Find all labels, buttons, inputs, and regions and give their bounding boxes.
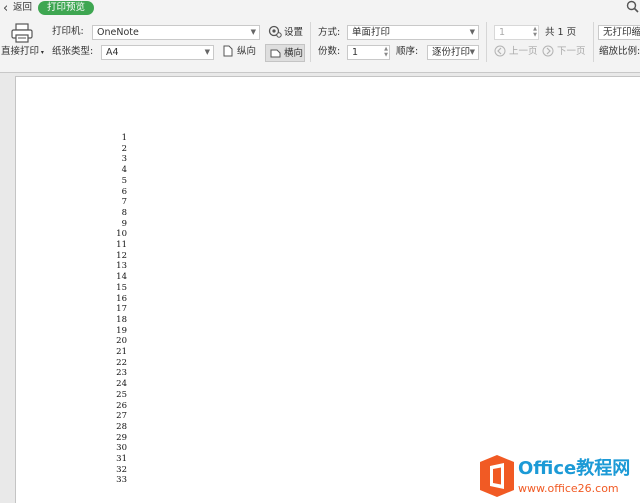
row-number: 8 bbox=[121, 207, 127, 218]
row-number: 7 bbox=[121, 197, 127, 208]
row-number: 16 bbox=[116, 293, 127, 304]
watermark-url: www.office26.com bbox=[518, 482, 619, 495]
chevron-down-icon: ▼ bbox=[469, 28, 475, 36]
order-value: 逐份打印 bbox=[432, 47, 471, 58]
office-logo-icon bbox=[480, 455, 514, 497]
row-number: 3 bbox=[121, 154, 127, 165]
back-arrow-icon[interactable]: ‹ bbox=[3, 1, 8, 16]
print-preview-toolbar: ‹ 返回 打印预览 直接打印 ▾ 打印机: OneNote ▼ 设置 纸张类型:… bbox=[0, 0, 640, 72]
mode-select[interactable]: 单面打印 ▼ bbox=[347, 25, 479, 40]
row-number: 33 bbox=[116, 475, 127, 486]
row-number: 13 bbox=[116, 261, 127, 272]
copies-stepper[interactable]: 1 ▲ ▼ bbox=[347, 45, 390, 60]
row-number: 24 bbox=[116, 379, 127, 390]
toolbar-divider bbox=[486, 22, 487, 62]
scale-select-value: 无打印缩 bbox=[603, 27, 640, 38]
spin-arrows-icon: ▲ ▼ bbox=[384, 46, 388, 58]
row-number: 4 bbox=[121, 165, 127, 176]
chevron-down-icon: ▼ bbox=[250, 28, 256, 36]
row-number: 31 bbox=[116, 454, 127, 464]
order-label: 顺序: bbox=[396, 46, 419, 57]
landscape-icon bbox=[270, 49, 281, 58]
row-number: 11 bbox=[116, 240, 127, 250]
spin-arrows-icon: ▲ ▼ bbox=[533, 26, 537, 38]
chevron-down-icon: ▼ bbox=[204, 48, 210, 56]
row-number: 30 bbox=[116, 443, 127, 454]
order-select[interactable]: 逐份打印 ▼ bbox=[427, 45, 479, 60]
print-preview-badge: 打印预览 bbox=[38, 1, 94, 15]
row-number: 26 bbox=[116, 400, 127, 411]
portrait-icon[interactable] bbox=[223, 45, 233, 57]
row-number: 29 bbox=[116, 432, 127, 443]
settings-icon[interactable] bbox=[268, 25, 282, 38]
page-number-input[interactable]: 1 ▲ ▼ bbox=[494, 25, 539, 40]
row-number: 28 bbox=[116, 421, 127, 432]
landscape-button[interactable]: 横向 bbox=[265, 44, 305, 62]
next-page-icon[interactable] bbox=[542, 45, 554, 57]
preview-page: 1 2 3 4 5 6 7 8 9 10 11 12 13 14 15 16 17 18 19 20 21 22 23 24 2… bbox=[15, 76, 640, 503]
row-number: 22 bbox=[116, 357, 127, 368]
paper-type-select[interactable]: A4 ▼ bbox=[101, 45, 214, 60]
row-number: 2 bbox=[121, 143, 127, 154]
prev-page-icon[interactable] bbox=[494, 45, 506, 57]
next-page-button[interactable]: 下一页 bbox=[557, 46, 586, 58]
row-number: 5 bbox=[121, 175, 127, 186]
row-number: 14 bbox=[116, 272, 127, 283]
row-number: 18 bbox=[116, 314, 127, 325]
scale-select[interactable]: 无打印缩 bbox=[598, 25, 640, 40]
settings-button[interactable]: 设置 bbox=[284, 27, 303, 39]
row-number: 6 bbox=[121, 186, 127, 197]
row-number: 23 bbox=[116, 368, 127, 379]
office26-watermark: Office教程网 www.office26.com bbox=[472, 450, 640, 503]
chevron-down-icon: ▼ bbox=[469, 48, 475, 56]
row-number: 27 bbox=[116, 411, 127, 422]
row-number: 21 bbox=[116, 347, 127, 357]
paper-type-value: A4 bbox=[106, 47, 119, 58]
page-number-value: 1 bbox=[499, 27, 506, 38]
direct-print-button[interactable]: 直接打印 ▾ bbox=[1, 46, 44, 59]
row-number: 10 bbox=[116, 229, 127, 240]
back-button[interactable]: 返回 bbox=[13, 2, 32, 14]
printer-select[interactable]: OneNote ▼ bbox=[92, 25, 260, 40]
landscape-label: 横向 bbox=[284, 48, 304, 59]
printer-icon[interactable] bbox=[11, 23, 33, 43]
paper-type-label: 纸张类型: bbox=[52, 46, 94, 57]
toolbar-divider bbox=[593, 22, 594, 62]
row-number: 15 bbox=[116, 282, 127, 293]
row-number: 9 bbox=[121, 218, 127, 229]
row-number: 1 bbox=[121, 133, 127, 143]
total-pages-label: 共 1 页 bbox=[545, 27, 577, 38]
watermark-brand: Office教程网 bbox=[518, 458, 631, 479]
row-number: 25 bbox=[116, 389, 127, 400]
printer-select-value: OneNote bbox=[97, 27, 139, 38]
row-number: 20 bbox=[116, 336, 127, 347]
portrait-button[interactable]: 纵向 bbox=[237, 46, 256, 58]
row-number: 19 bbox=[116, 325, 127, 336]
toolbar-border bbox=[0, 72, 640, 73]
printer-label: 打印机: bbox=[52, 26, 84, 37]
search-icon[interactable] bbox=[626, 0, 639, 13]
scale-label: 缩放比例: bbox=[599, 46, 640, 57]
copies-label: 份数: bbox=[318, 46, 341, 57]
toolbar-divider bbox=[310, 22, 311, 62]
copies-value: 1 bbox=[352, 47, 359, 58]
row-number: 17 bbox=[116, 304, 127, 315]
mode-value: 单面打印 bbox=[352, 27, 391, 38]
mode-label: 方式: bbox=[318, 27, 341, 38]
row-number: 32 bbox=[116, 464, 127, 475]
prev-page-button[interactable]: 上一页 bbox=[509, 46, 538, 58]
row-number: 12 bbox=[116, 250, 127, 261]
